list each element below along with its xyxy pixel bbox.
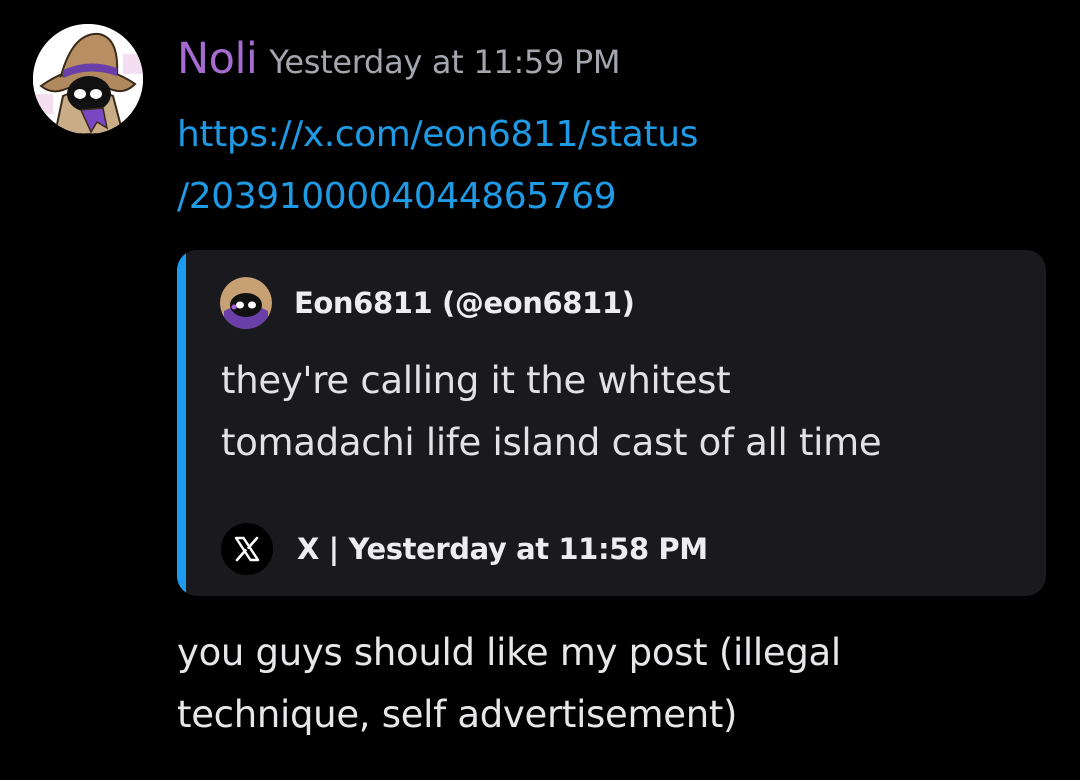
message-text-line: technique, self advertisement) xyxy=(177,693,738,736)
embed-author: Eon6811 (@eon6811) xyxy=(220,277,635,329)
message-content: you guys should like my post (illegal te… xyxy=(177,622,1037,746)
link-embed[interactable]: Eon6811 (@eon6811) they're calling it th… xyxy=(177,250,1046,596)
message-link[interactable]: https://x.com/eon6811/status /2039100004… xyxy=(177,104,817,228)
author-avatar-icon xyxy=(220,277,272,329)
embed-accent-bar xyxy=(177,250,186,596)
embed-description: they're calling it the whitest tomadachi… xyxy=(221,350,1021,474)
x-logo-icon xyxy=(221,523,273,575)
link-line[interactable]: /2039100004044865769 xyxy=(177,166,817,228)
message-text-line: you guys should like my post (illegal xyxy=(177,631,841,674)
avatar-illustration-icon xyxy=(33,24,143,134)
embed-author-name[interactable]: Eon6811 (@eon6811) xyxy=(294,286,635,320)
embed-text-line: they're calling it the whitest xyxy=(221,359,731,402)
chat-message: Noli Yesterday at 11:59 PM https://x.com/… xyxy=(0,0,1080,780)
embed-text-line: tomadachi life island cast of all time xyxy=(221,421,882,464)
message-timestamp: Yesterday at 11:59 PM xyxy=(269,43,621,81)
user-avatar[interactable] xyxy=(33,24,143,134)
embed-author-avatar[interactable] xyxy=(220,277,272,329)
embed-footer-text: X | Yesterday at 11:58 PM xyxy=(297,532,708,566)
message-header: Noli Yesterday at 11:59 PM xyxy=(177,34,621,94)
link-line[interactable]: https://x.com/eon6811/status xyxy=(177,104,817,166)
username[interactable]: Noli xyxy=(177,34,258,84)
embed-footer: X | Yesterday at 11:58 PM xyxy=(221,523,708,575)
